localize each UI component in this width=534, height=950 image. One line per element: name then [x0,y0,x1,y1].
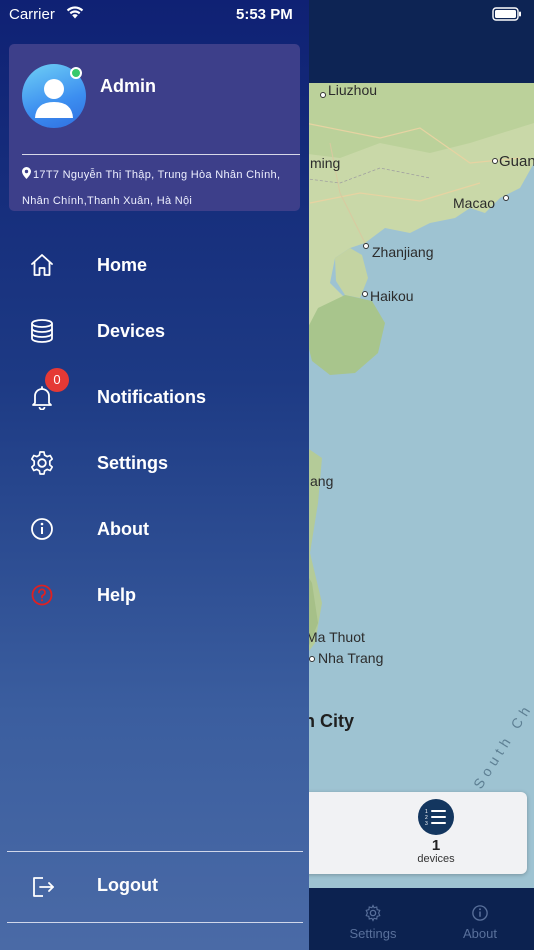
profile-address: 17T7 Nguyễn Thị Thập, Trung Hòa Nhân Chí… [22,162,292,214]
logout-divider-bottom [7,922,303,923]
info-icon [472,905,488,921]
list-icon: 1 2 3 [418,799,454,835]
battery-icon [492,7,522,26]
menu-item-about[interactable]: About [0,498,309,558]
device-count-unit: devices [417,853,455,865]
device-summary-card[interactable]: 1 2 3 1 devices [296,792,527,874]
tab-settings-label: Settings [349,926,397,941]
profile-name: Admin [100,76,156,96]
map-city-marker [320,92,326,98]
svg-text:3: 3 [425,821,428,826]
map-label-haikou: Haikou [370,288,414,304]
map-label-liuzhou: Liuzhou [328,83,378,98]
home-icon [29,252,55,278]
menu-item-devices[interactable]: Devices [0,300,309,360]
profile-address-text: 17T7 Nguyễn Thị Thập, Trung Hòa Nhân Chí… [22,169,281,207]
map-label-nha-trang: Nha Trang [318,650,384,666]
menu-item-home[interactable]: Home [0,234,309,294]
logout-label: Logout [97,875,158,895]
menu-item-help[interactable]: Help [0,564,309,624]
database-icon [29,318,55,344]
tab-about-label: About [463,926,497,941]
map-city-marker [503,195,509,201]
location-pin-icon [22,167,31,179]
menu-item-label: About [97,519,149,539]
menu-item-label: Notifications [97,387,207,407]
menu-item-label: Home [97,255,148,275]
gear-icon [365,904,381,922]
menu-item-label: Settings [97,453,169,473]
map-label-ma-thuot: Ma Thuot [306,629,365,645]
side-drawer: Carrier 5:53 PM Admin 17T7 Nguyễn Thị Th… [0,0,309,950]
gear-icon [29,450,55,476]
logout-button[interactable]: Logout [0,855,309,915]
tab-settings[interactable]: Settings [333,904,413,941]
online-status-dot [70,67,82,79]
map-label-macao: Macao [453,195,496,211]
map-city-marker [492,158,498,164]
status-time: 5:53 PM [236,6,293,23]
map-city-marker [363,243,369,249]
notification-count-badge: 0 [45,368,69,392]
menu-item-label: Devices [97,321,166,341]
map-label-guan: Guan [499,153,534,170]
profile-divider [22,154,300,155]
tab-about[interactable]: About [440,904,520,941]
device-count: 1 [431,837,441,854]
info-icon [29,516,55,542]
map-label-ang: ang [310,473,334,489]
help-circle-icon [29,582,55,608]
status-bar: Carrier 5:53 PM [0,0,309,30]
profile-card[interactable]: Admin 17T7 Nguyễn Thị Thập, Trung Hòa Nh… [9,44,300,211]
map-city-marker [362,291,368,297]
map-label-city: n City [304,711,355,731]
carrier-label: Carrier [9,6,55,23]
map-label-ming: ming [310,155,341,171]
map-label-zhanjiang: Zhanjiang [372,244,434,260]
menu-item-settings[interactable]: Settings [0,432,309,492]
map-city-marker [309,656,315,662]
logout-divider-top [7,851,303,852]
wifi-icon [66,6,84,19]
menu-item-label: Help [97,585,137,605]
logout-icon [30,874,56,900]
